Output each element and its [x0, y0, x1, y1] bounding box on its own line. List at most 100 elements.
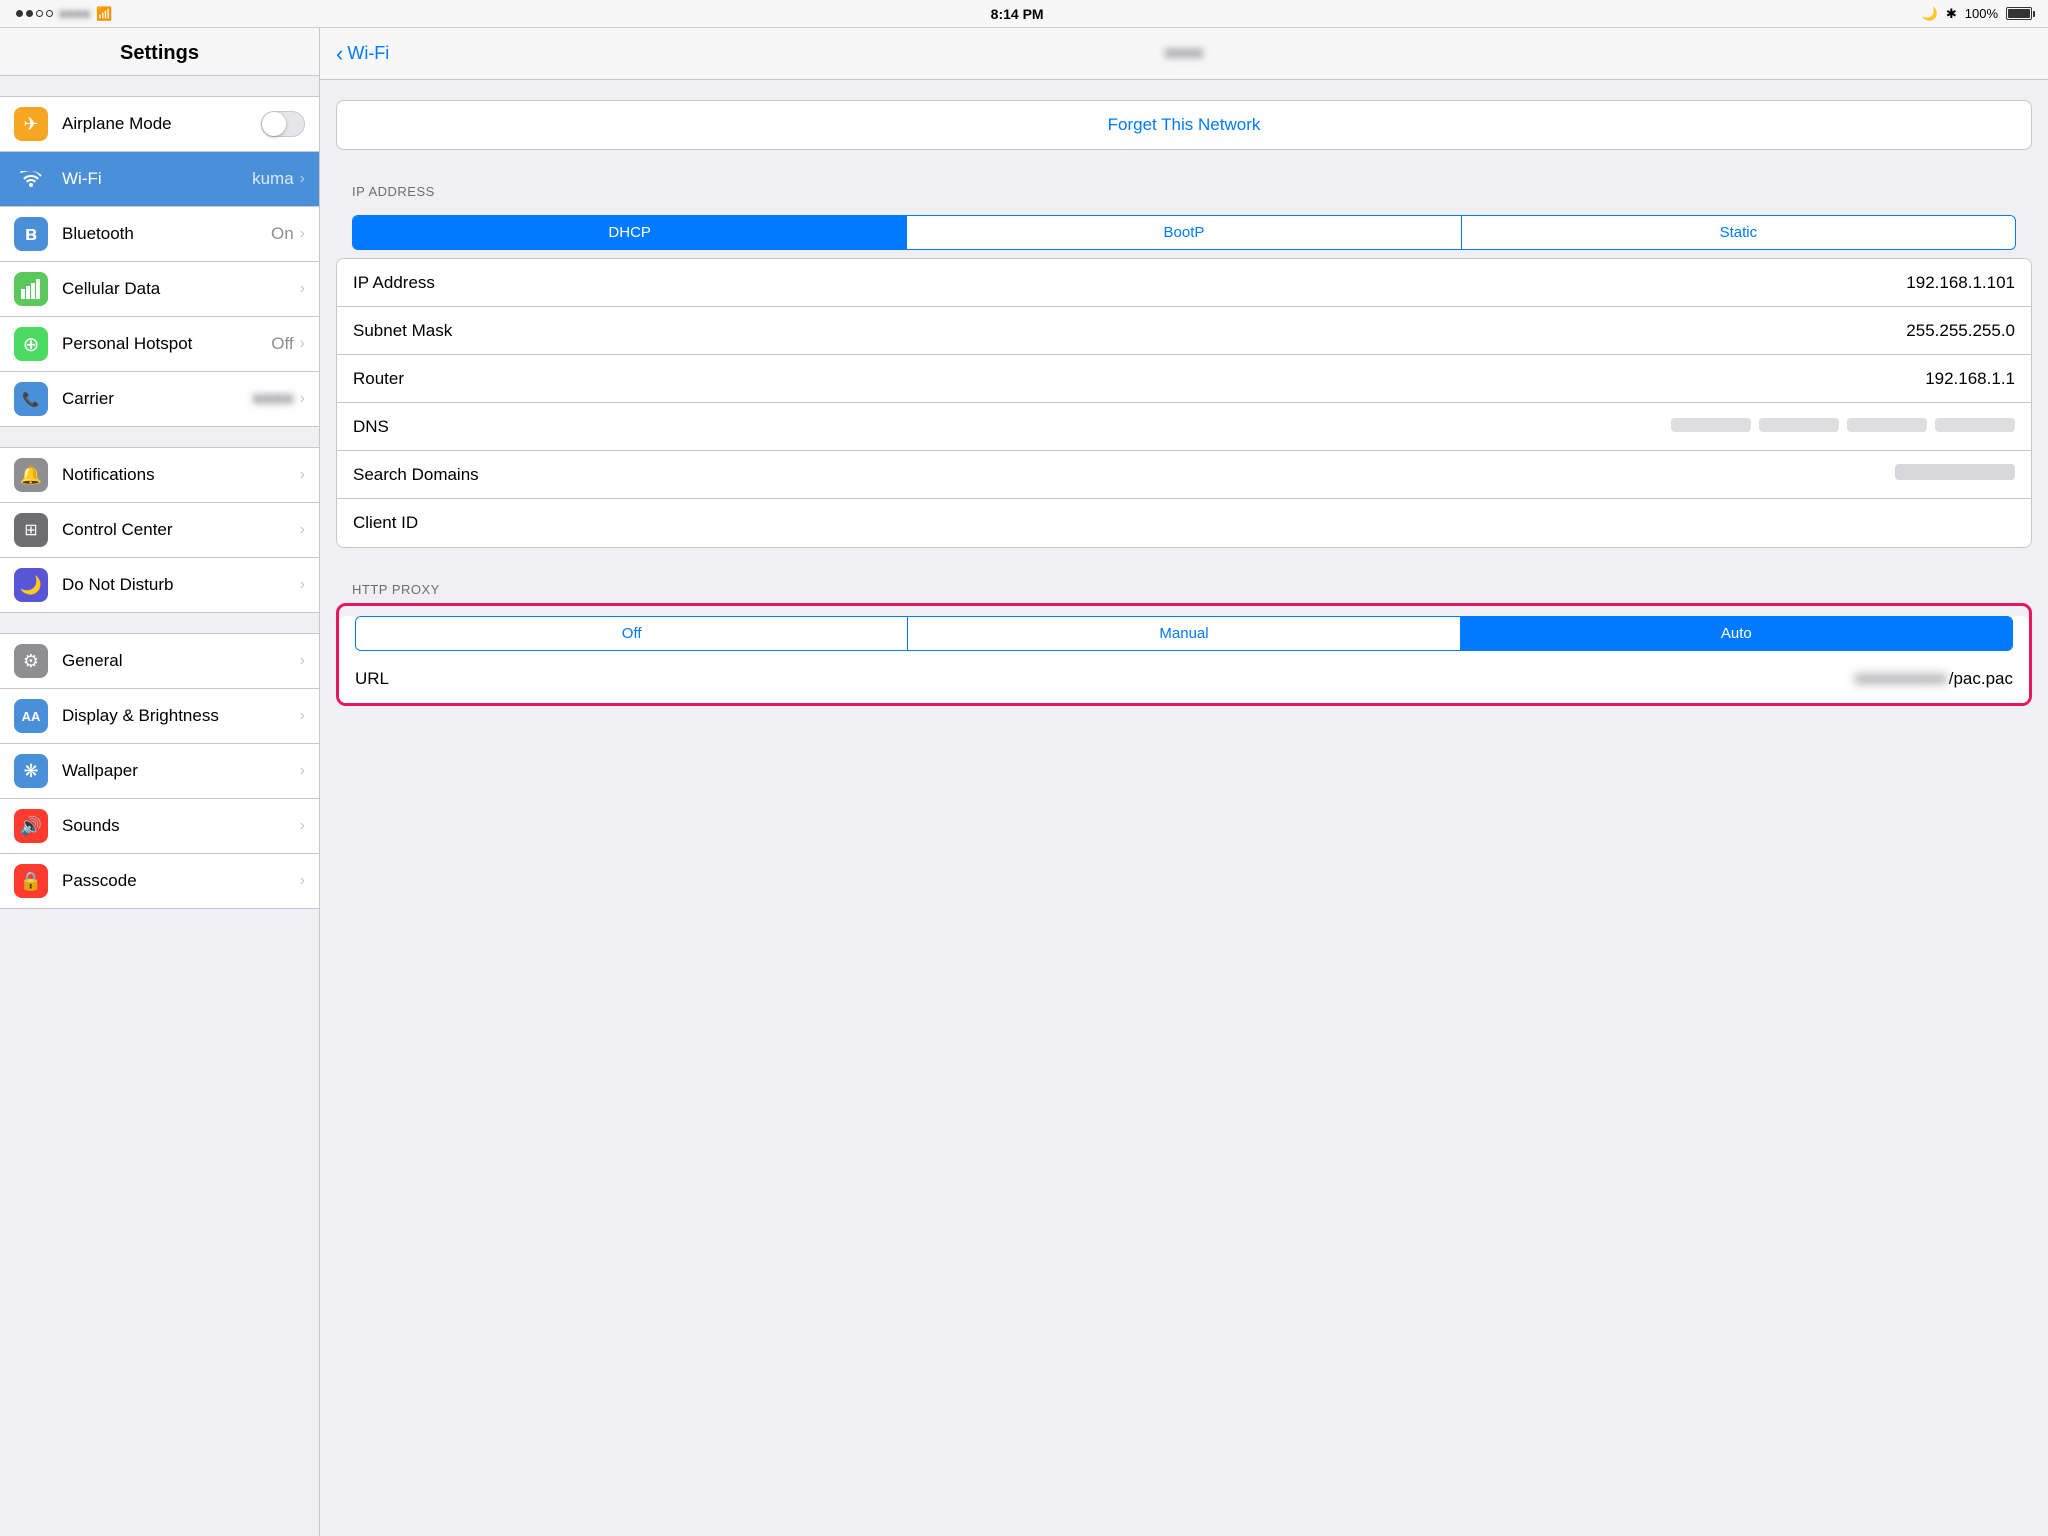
- status-left: ■■■■ 📶: [16, 6, 113, 22]
- wifi-chevron-icon: ›: [300, 170, 305, 188]
- main-layout: Settings ✈ Airplane Mode Wi-Fi kuma: [0, 28, 2048, 1536]
- router-label: Router: [353, 369, 513, 389]
- sidebar-section-3: ⚙ General › AA Display & Brightness › ❋ …: [0, 633, 319, 909]
- segment-manual[interactable]: Manual: [908, 617, 1460, 650]
- sidebar-item-airplane[interactable]: ✈ Airplane Mode: [0, 96, 319, 152]
- sidebar-item-control-center[interactable]: ⊞ Control Center ›: [0, 503, 319, 558]
- display-icon: AA: [14, 699, 48, 733]
- dns-row: DNS: [337, 403, 2031, 451]
- status-right: 🌙 ✱ 100%: [1922, 6, 2032, 22]
- forget-network-button[interactable]: Forget This Network: [337, 101, 2031, 149]
- bluetooth-icon-sidebar: ʙ: [14, 217, 48, 251]
- dot-4: [46, 10, 53, 17]
- subnet-mask-label: Subnet Mask: [353, 321, 513, 341]
- carrier-chevron-icon: ›: [300, 390, 305, 408]
- sidebar-value-bluetooth: On: [271, 224, 294, 244]
- sidebar-item-bluetooth[interactable]: ʙ Bluetooth On ›: [0, 207, 319, 262]
- sidebar-item-display[interactable]: AA Display & Brightness ›: [0, 689, 319, 744]
- detail-header-title: ■■■■: [1165, 45, 1204, 63]
- display-chevron-icon: ›: [300, 707, 305, 725]
- sidebar-item-wifi[interactable]: Wi-Fi kuma ›: [0, 152, 319, 207]
- url-row: URL ■■■■■■■■■/pac.pac: [339, 655, 2029, 703]
- toggle-knob: [262, 112, 286, 136]
- ip-segmented-control[interactable]: DHCP BootP Static: [352, 215, 2016, 250]
- sidebar-item-do-not-disturb[interactable]: 🌙 Do Not Disturb ›: [0, 558, 319, 613]
- dns-blur-1: [1671, 418, 1751, 432]
- dot-2: [26, 10, 33, 17]
- sidebar-item-passcode[interactable]: 🔒 Passcode ›: [0, 854, 319, 909]
- sidebar-label-general: General: [62, 651, 300, 671]
- notifications-icon: 🔔: [14, 458, 48, 492]
- carrier-label: ■■■■: [59, 6, 90, 21]
- sidebar-label-wallpaper: Wallpaper: [62, 761, 300, 781]
- dns-blur-2: [1759, 418, 1839, 432]
- url-label: URL: [355, 669, 515, 689]
- ip-address-value: 192.168.1.101: [513, 273, 2015, 293]
- sidebar-label-do-not-disturb: Do Not Disturb: [62, 575, 300, 595]
- http-proxy-highlight-inner: Off Manual Auto URL ■■■■■■■■■/pac.pac: [339, 616, 2029, 703]
- detail-panel: ‹ Wi-Fi ■■■■ Forget This Network IP ADDR…: [320, 28, 2048, 1536]
- ip-address-section: IP ADDRESS DHCP BootP Static IP Address …: [336, 170, 2032, 548]
- signal-dots: [16, 10, 53, 17]
- notifications-chevron-icon: ›: [300, 466, 305, 484]
- passcode-icon: 🔒: [14, 864, 48, 898]
- client-id-row: Client ID: [337, 499, 2031, 547]
- do-not-disturb-chevron-icon: ›: [300, 576, 305, 594]
- wallpaper-icon: ❋: [14, 754, 48, 788]
- cellular-chevron-icon: ›: [300, 280, 305, 298]
- sidebar-item-general[interactable]: ⚙ General ›: [0, 633, 319, 689]
- sidebar-label-passcode: Passcode: [62, 871, 300, 891]
- battery-icon: [2006, 7, 2032, 20]
- forget-network-section: Forget This Network: [336, 100, 2032, 150]
- ip-fields-section: IP Address 192.168.1.101 Subnet Mask 255…: [336, 258, 2032, 548]
- sidebar-label-control-center: Control Center: [62, 520, 300, 540]
- sidebar-label-sounds: Sounds: [62, 816, 300, 836]
- bluetooth-icon: ✱: [1946, 6, 1957, 22]
- cellular-icon: [14, 272, 48, 306]
- sidebar-item-carrier[interactable]: 📞 Carrier ■■■■ ›: [0, 372, 319, 427]
- http-proxy-highlight-box: Off Manual Auto URL ■■■■■■■■■/pac.pac: [336, 603, 2032, 706]
- segment-dhcp[interactable]: DHCP: [353, 216, 907, 249]
- dns-blur-4: [1935, 418, 2015, 432]
- sidebar-title: Settings: [0, 28, 319, 76]
- back-chevron-icon: ‹: [336, 41, 343, 67]
- dot-1: [16, 10, 23, 17]
- status-time: 8:14 PM: [991, 6, 1044, 22]
- segment-auto[interactable]: Auto: [1461, 617, 2012, 650]
- sidebar-value-wifi: kuma: [252, 169, 294, 189]
- ip-address-row: IP Address 192.168.1.101: [337, 259, 2031, 307]
- detail-header: ‹ Wi-Fi ■■■■: [320, 28, 2048, 80]
- proxy-segmented-control[interactable]: Off Manual Auto: [355, 616, 2013, 651]
- sidebar-item-notifications[interactable]: 🔔 Notifications ›: [0, 447, 319, 503]
- wifi-icon: 📶: [96, 6, 112, 22]
- subnet-mask-row: Subnet Mask 255.255.255.0: [337, 307, 2031, 355]
- sidebar-section-2: 🔔 Notifications › ⊞ Control Center › 🌙 D…: [0, 447, 319, 613]
- sidebar-label-bluetooth: Bluetooth: [62, 224, 271, 244]
- sidebar-item-hotspot[interactable]: ⊕ Personal Hotspot Off ›: [0, 317, 319, 372]
- segment-bootp[interactable]: BootP: [907, 216, 1461, 249]
- battery-fill: [2008, 9, 2030, 18]
- wifi-icon-sidebar: [14, 162, 48, 196]
- search-domains-row: Search Domains: [337, 451, 2031, 499]
- airplane-toggle[interactable]: [261, 111, 305, 137]
- battery-percent: 100%: [1965, 6, 1998, 21]
- ip-address-label: IP Address: [353, 273, 513, 293]
- sidebar-label-notifications: Notifications: [62, 465, 300, 485]
- sidebar-item-cellular[interactable]: Cellular Data ›: [0, 262, 319, 317]
- control-center-chevron-icon: ›: [300, 521, 305, 539]
- sidebar-item-sounds[interactable]: 🔊 Sounds ›: [0, 799, 319, 854]
- sidebar-label-cellular: Cellular Data: [62, 279, 300, 299]
- search-domains-label: Search Domains: [353, 465, 513, 485]
- url-value: ■■■■■■■■■/pac.pac: [515, 669, 2013, 689]
- segment-off[interactable]: Off: [356, 617, 908, 650]
- wallpaper-chevron-icon: ›: [300, 762, 305, 780]
- router-row: Router 192.168.1.1: [337, 355, 2031, 403]
- back-button[interactable]: ‹ Wi-Fi: [336, 41, 389, 67]
- search-domains-blur: [1895, 464, 2015, 480]
- search-domains-value: [513, 464, 2015, 485]
- sidebar-item-wallpaper[interactable]: ❋ Wallpaper ›: [0, 744, 319, 799]
- hotspot-chevron-icon: ›: [300, 335, 305, 353]
- segment-static[interactable]: Static: [1462, 216, 2015, 249]
- dot-3: [36, 10, 43, 17]
- sidebar-section-1: ✈ Airplane Mode Wi-Fi kuma › ʙ: [0, 96, 319, 427]
